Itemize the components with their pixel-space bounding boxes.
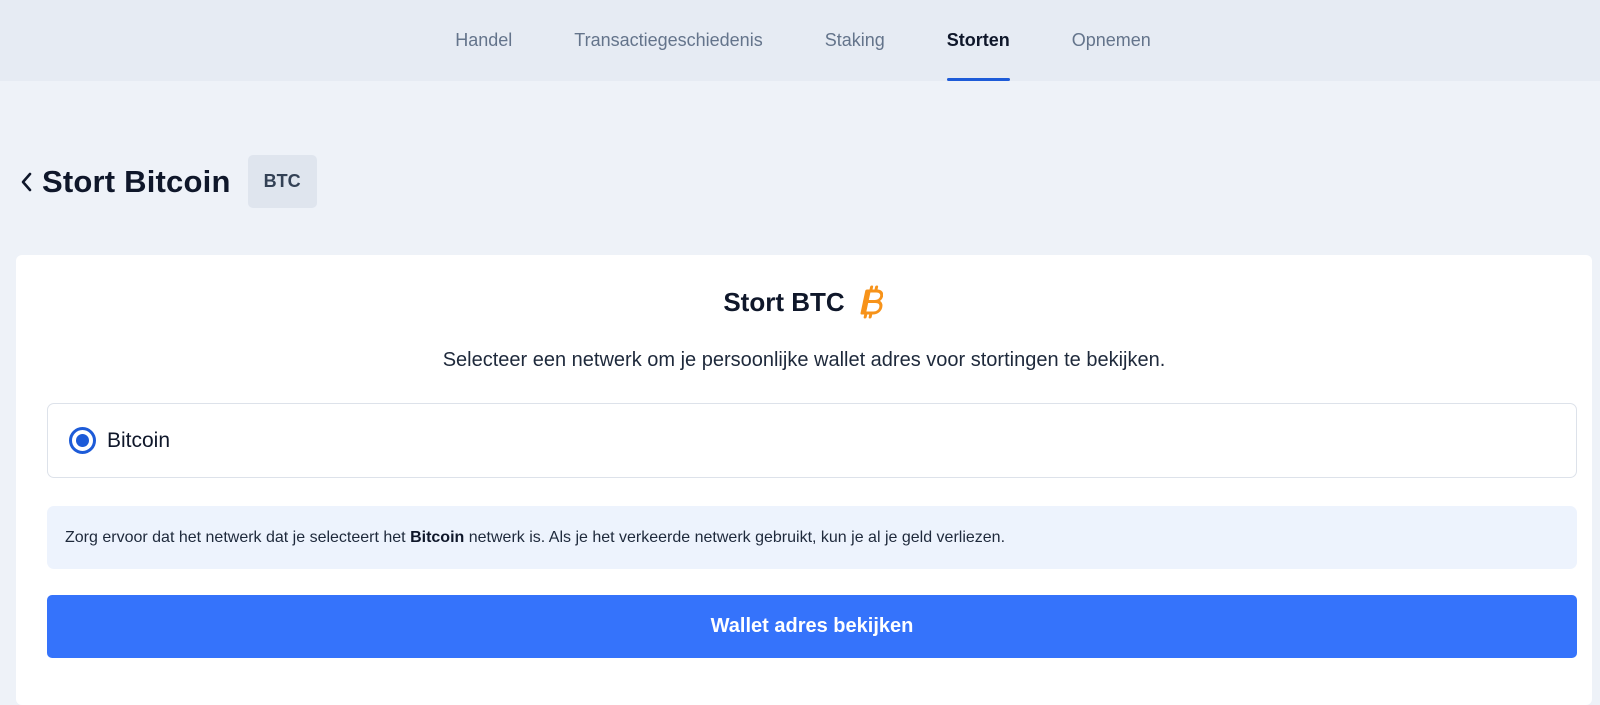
page-title: Stort Bitcoin	[42, 163, 231, 199]
tab-opnemen[interactable]: Opnemen	[1041, 0, 1182, 81]
warning-network-name: Bitcoin	[410, 528, 465, 546]
network-radio[interactable]	[69, 427, 96, 454]
deposit-card: Stort BTC Selecteer een netwerk om je pe…	[16, 255, 1592, 705]
warning-text-before: Zorg ervoor dat het netwerk dat je selec…	[65, 528, 411, 546]
network-label: Bitcoin	[107, 428, 171, 452]
page-header: Stort Bitcoin BTC	[16, 155, 317, 208]
card-title-row: Stort BTC	[16, 285, 1592, 319]
tab-staking[interactable]: Staking	[794, 0, 916, 81]
tab-transactiegeschiedenis[interactable]: Transactiegeschiedenis	[543, 0, 793, 81]
chevron-left-icon	[21, 172, 32, 191]
view-wallet-address-button[interactable]: Wallet adres bekijken	[47, 595, 1577, 658]
bitcoin-icon	[857, 285, 885, 319]
back-button[interactable]	[16, 167, 36, 197]
tab-storten[interactable]: Storten	[916, 0, 1041, 81]
card-subtitle: Selecteer een netwerk om je persoonlijke…	[442, 349, 1166, 371]
nav-tabs: Handel Transactiegeschiedenis Staking St…	[424, 0, 1182, 81]
top-navigation: Handel Transactiegeschiedenis Staking St…	[0, 0, 1600, 81]
warning-text: Zorg ervoor dat het netwerk dat je selec…	[65, 529, 1005, 547]
card-title: Stort BTC	[723, 286, 845, 317]
radio-selected-dot	[76, 434, 89, 447]
tab-handel[interactable]: Handel	[424, 0, 543, 81]
ticker-badge: BTC	[247, 155, 317, 208]
warning-text-after: netwerk is. Als je het verkeerde netwerk…	[464, 528, 1006, 546]
network-option-bitcoin[interactable]: Bitcoin	[47, 403, 1577, 478]
network-warning: Zorg ervoor dat het netwerk dat je selec…	[47, 506, 1577, 569]
